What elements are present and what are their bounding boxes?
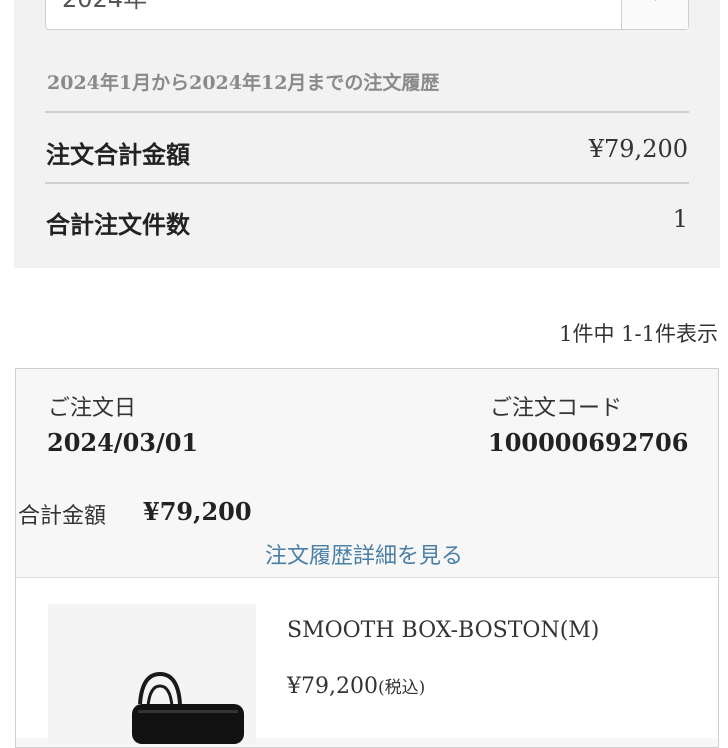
order-detail-link[interactable]: 注文履歴詳細を見る [0, 538, 728, 570]
product-price: ¥79,200(税込) [287, 673, 425, 699]
year-select[interactable]: 2024年 ▼ [45, 0, 689, 30]
year-select-value: 2024年 [62, 0, 147, 17]
order-count-value: 1 [672, 205, 688, 233]
total-amount-value: ¥79,200 [588, 135, 688, 163]
product-price-value: ¥79,200 [287, 674, 378, 699]
order-date: 2024/03/01 [47, 428, 199, 457]
order-code-label: ご注文コード [490, 396, 623, 421]
divider [45, 111, 689, 113]
divider [45, 182, 689, 184]
order-code: 100000692706 [488, 428, 689, 457]
product-image[interactable] [48, 604, 256, 744]
handbag-image [48, 604, 256, 744]
product-tax-note: (税込) [377, 678, 426, 698]
product-name[interactable]: SMOOTH BOX-BOSTON(M) [287, 618, 599, 643]
total-amount-label: 注文合計金額 [46, 140, 190, 169]
order-total-value: ¥79,200 [143, 497, 252, 526]
result-count: 1件中 1-1件表示 [559, 322, 718, 346]
period-text: 2024年1月から2024年12月までの注文履歴 [47, 72, 440, 94]
chevron-down-icon: ▼ [650, 0, 661, 3]
order-date-label: ご注文日 [48, 396, 137, 421]
order-total-label: 合計金額 [18, 504, 107, 529]
order-count-label: 合計注文件数 [46, 210, 190, 239]
year-select-button[interactable]: ▼ [621, 0, 688, 29]
